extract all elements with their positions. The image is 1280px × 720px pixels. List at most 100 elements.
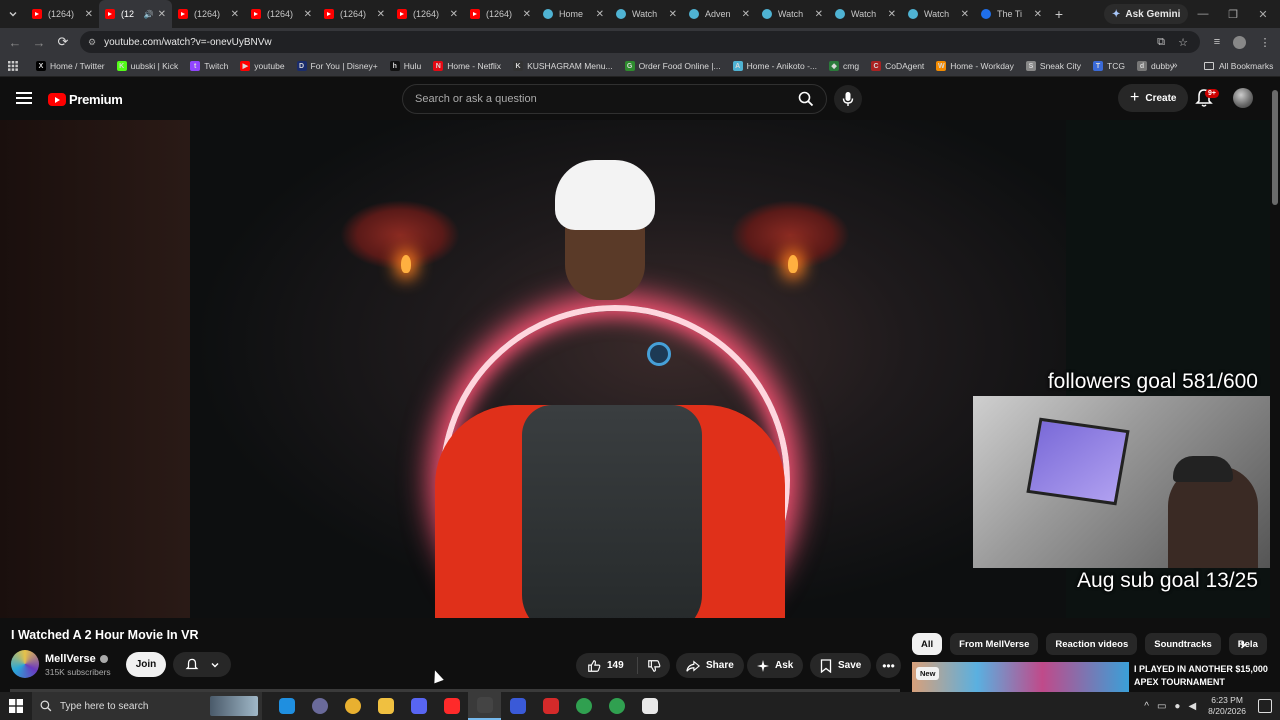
bookmark-star-icon[interactable]: ☆ <box>1174 33 1192 51</box>
start-button[interactable] <box>0 692 32 720</box>
obs-icon[interactable] <box>468 692 501 720</box>
notification-center-icon[interactable] <box>1258 699 1272 713</box>
close-tab-icon[interactable]: ✕ <box>1034 9 1042 20</box>
browser-tab[interactable]: The Ti ✕ <box>975 0 1048 28</box>
bookmark-item[interactable]: t Twitch <box>190 61 228 71</box>
bookmark-item[interactable]: C CoDAgent <box>871 61 924 71</box>
browser-tab[interactable]: (1264) ✕ <box>245 0 318 28</box>
browser-tab[interactable]: Watch ✕ <box>610 0 683 28</box>
close-tab-icon[interactable]: ✕ <box>596 9 604 20</box>
ask-button[interactable]: Ask <box>747 653 804 678</box>
back-button[interactable]: ← <box>3 30 27 54</box>
page-scrollbar[interactable] <box>1270 78 1280 690</box>
more-bookmarks-icon[interactable]: » <box>1172 60 1178 71</box>
close-tab-icon[interactable]: ✕ <box>961 9 969 20</box>
video-frame[interactable] <box>190 120 1066 618</box>
bookmark-item[interactable]: d dubby <box>1136 61 1174 71</box>
profile-icon[interactable] <box>1230 33 1248 51</box>
browser-tab[interactable]: Watch ✕ <box>829 0 902 28</box>
discord-icon[interactable] <box>402 692 435 720</box>
close-tab-icon[interactable]: ✕ <box>742 9 750 20</box>
scrollbar-thumb[interactable] <box>1272 90 1278 205</box>
close-window-button[interactable]: ✕ <box>1248 0 1278 28</box>
speaker-icon[interactable]: ◀ <box>1188 701 1196 712</box>
chrome-dev-icon[interactable] <box>303 692 336 720</box>
tab-search-button[interactable] <box>0 0 26 28</box>
apps-grid-icon[interactable] <box>8 61 18 71</box>
youtube-logo[interactable]: Premium <box>48 92 123 107</box>
bookmark-item[interactable]: K KUSHAGRAM Menu... <box>513 61 613 71</box>
close-tab-icon[interactable]: ✕ <box>815 9 823 20</box>
account-avatar[interactable] <box>1233 88 1253 108</box>
chrome-icon-3[interactable] <box>600 692 633 720</box>
bookmark-item[interactable]: Kuubski | Kick <box>116 61 178 71</box>
bookmark-item[interactable]: A Home - Anikoto -... <box>732 61 817 71</box>
close-tab-icon[interactable]: ✕ <box>231 9 239 20</box>
menu-icon[interactable] <box>16 92 32 104</box>
bookmark-item[interactable]: N Home - Netflix <box>433 61 501 71</box>
ask-gemini-button[interactable]: ✦ Ask Gemini <box>1104 4 1189 24</box>
filter-chip[interactable]: From MellVerse <box>950 633 1039 655</box>
browser-tab[interactable]: (1264) ✕ <box>172 0 245 28</box>
browser-tab[interactable]: (1264) ✕ <box>26 0 99 28</box>
forward-button[interactable]: → <box>27 30 51 54</box>
close-tab-icon[interactable]: ✕ <box>523 9 531 20</box>
bookmark-item[interactable]: ▶ youtube <box>240 61 285 71</box>
clock[interactable]: 6:23 PM 8/20/2026 <box>1208 695 1246 717</box>
edge-icon[interactable] <box>270 692 303 720</box>
close-tab-icon[interactable]: ✕ <box>158 9 166 20</box>
browser-tab[interactable]: Home ✕ <box>537 0 610 28</box>
close-tab-icon[interactable]: ✕ <box>304 9 312 20</box>
filter-chip[interactable]: All <box>912 633 943 655</box>
chevron-right-icon[interactable] <box>1234 636 1252 654</box>
more-actions-button[interactable]: ••• <box>876 653 901 678</box>
taskbar-search[interactable]: Type here to search <box>32 692 262 720</box>
maximize-button[interactable]: ❐ <box>1218 0 1248 28</box>
recommended-thumbnail[interactable] <box>912 662 1129 692</box>
chevron-up-icon[interactable]: ^ <box>1144 701 1149 712</box>
microphone-tray-icon[interactable]: ● <box>1174 701 1180 712</box>
save-button[interactable]: Save <box>810 653 872 678</box>
browser-tab[interactable]: (1264) ✕ <box>464 0 537 28</box>
file-explorer-icon[interactable] <box>369 692 402 720</box>
join-button[interactable]: Join <box>126 652 166 677</box>
channel-avatar[interactable] <box>11 650 39 678</box>
bookmark-item[interactable]: ◆ cmg <box>829 61 859 71</box>
reload-button[interactable]: ⟳ <box>51 30 75 54</box>
dislike-button[interactable] <box>638 659 670 673</box>
bookmark-item[interactable]: h Hulu <box>389 61 421 71</box>
search-button[interactable] <box>786 84 826 114</box>
network-icon[interactable]: ▭ <box>1157 701 1166 712</box>
search-box[interactable]: Search or ask a question <box>402 84 827 114</box>
browser-tab[interactable]: Adven ✕ <box>683 0 756 28</box>
close-tab-icon[interactable]: ✕ <box>450 9 458 20</box>
clock-app-icon[interactable] <box>633 692 666 720</box>
bookmark-item[interactable]: D For You | Disney+ <box>296 61 378 71</box>
filter-chip[interactable]: Soundtracks <box>1145 633 1221 655</box>
browser-tab[interactable]: (1264) ✕ <box>391 0 464 28</box>
bookmark-item[interactable]: X Home / Twitter <box>36 61 105 71</box>
bookmark-item[interactable]: G Order Food Online |... <box>624 61 721 71</box>
minimize-button[interactable]: — <box>1188 0 1218 28</box>
close-tab-icon[interactable]: ✕ <box>669 9 677 20</box>
app-icon[interactable] <box>501 692 534 720</box>
search-input[interactable]: Search or ask a question <box>403 93 786 105</box>
close-tab-icon[interactable]: ✕ <box>85 9 93 20</box>
site-info-icon[interactable]: ⚙ <box>88 37 96 48</box>
bookmark-item[interactable]: T TCG <box>1093 61 1125 71</box>
media-controls-icon[interactable]: ≡ <box>1208 33 1226 51</box>
browser-tab[interactable]: Watch ✕ <box>902 0 975 28</box>
bookmark-item[interactable]: W Home - Workday <box>936 61 1014 71</box>
close-tab-icon[interactable]: ✕ <box>888 9 896 20</box>
all-bookmarks-button[interactable]: All Bookmarks <box>1204 61 1273 71</box>
browser-tab[interactable]: (12 🔊 ✕ <box>99 0 172 28</box>
new-tab-button[interactable]: + <box>1048 6 1070 22</box>
chrome-icon[interactable] <box>336 692 369 720</box>
channel-name-link[interactable]: MellVerse <box>45 653 108 665</box>
voice-search-button[interactable] <box>834 85 862 113</box>
filter-chip[interactable]: Reaction videos <box>1046 633 1138 655</box>
browser-tab[interactable]: Watch ✕ <box>756 0 829 28</box>
cast-icon[interactable]: ⧉ <box>1152 33 1170 51</box>
like-button[interactable]: 149 <box>576 657 638 674</box>
share-button[interactable]: Share <box>676 653 744 678</box>
